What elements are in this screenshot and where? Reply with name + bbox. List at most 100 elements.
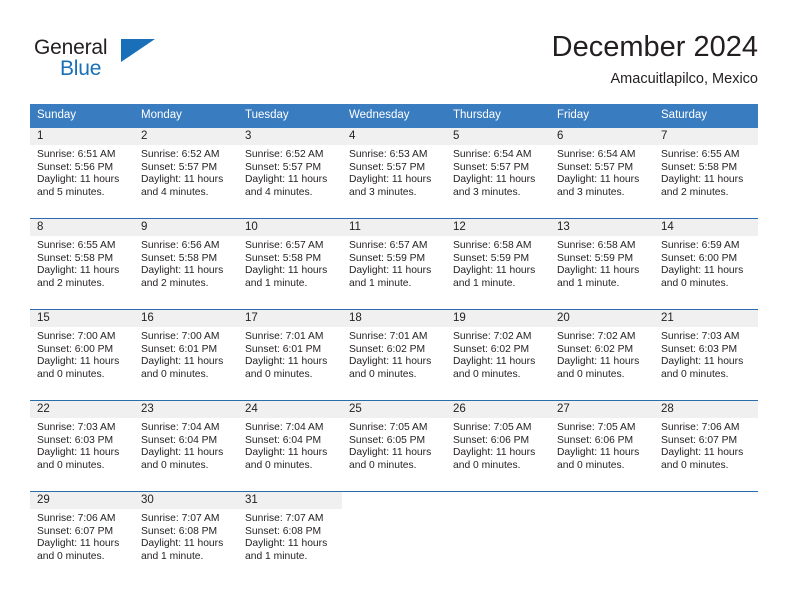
calendar-cell: 9 Sunrise: 6:56 AM Sunset: 5:58 PM Daylight… bbox=[134, 218, 238, 310]
day-cell[interactable]: 20 Sunrise: 7:02 AM Sunset: 6:02 PM Dayligh… bbox=[550, 310, 654, 400]
daylight-text-line1: Daylight: 11 hours bbox=[37, 356, 120, 368]
sunrise-text: Sunrise: 6:51 AM bbox=[37, 149, 116, 160]
day-details: Sunrise: 7:05 AM Sunset: 6:06 PM Daylight:… bbox=[550, 418, 654, 473]
day-cell[interactable]: 4 Sunrise: 6:53 AM Sunset: 5:57 PM Daylight… bbox=[342, 128, 446, 218]
sunset-text: Sunset: 6:02 PM bbox=[557, 343, 634, 355]
day-cell-empty bbox=[342, 492, 446, 582]
day-details: Sunrise: 7:00 AM Sunset: 6:00 PM Daylight:… bbox=[30, 327, 134, 382]
day-cell[interactable]: 16 Sunrise: 7:00 AM Sunset: 6:01 PM Dayligh… bbox=[134, 310, 238, 400]
calendar-cell: 14 Sunrise: 6:59 AM Sunset: 6:00 PM Dayligh… bbox=[654, 218, 758, 310]
daylight-text-line1: Daylight: 11 hours bbox=[661, 174, 744, 186]
day-cell[interactable]: 3 Sunrise: 6:52 AM Sunset: 5:57 PM Daylight… bbox=[238, 128, 342, 218]
day-cell[interactable]: 21 Sunrise: 7:03 AM Sunset: 6:03 PM Dayligh… bbox=[654, 310, 758, 400]
day-number bbox=[342, 492, 446, 509]
daylight-text-line2: and 1 minute. bbox=[245, 278, 308, 290]
day-cell[interactable]: 14 Sunrise: 6:59 AM Sunset: 6:00 PM Dayligh… bbox=[654, 219, 758, 309]
day-cell[interactable]: 15 Sunrise: 7:00 AM Sunset: 6:00 PM Dayligh… bbox=[30, 310, 134, 400]
calendar-cell: 26 Sunrise: 7:05 AM Sunset: 6:06 PM Dayligh… bbox=[446, 400, 550, 492]
day-cell[interactable]: 23 Sunrise: 7:04 AM Sunset: 6:04 PM Dayligh… bbox=[134, 401, 238, 491]
daylight-text-line2: and 1 minute. bbox=[453, 278, 516, 290]
daylight-text-line2: and 4 minutes. bbox=[245, 187, 313, 199]
day-cell[interactable]: 28 Sunrise: 7:06 AM Sunset: 6:07 PM Dayligh… bbox=[654, 401, 758, 491]
daylight-text-line2: and 0 minutes. bbox=[141, 460, 209, 472]
daylight-text-line1: Daylight: 11 hours bbox=[557, 447, 640, 459]
sunrise-text: Sunrise: 7:00 AM bbox=[141, 331, 220, 342]
day-cell[interactable]: 9 Sunrise: 6:56 AM Sunset: 5:58 PM Daylight… bbox=[134, 219, 238, 309]
day-cell[interactable]: 29 Sunrise: 7:06 AM Sunset: 6:07 PM Dayligh… bbox=[30, 492, 134, 582]
sunset-text: Sunset: 6:00 PM bbox=[37, 343, 114, 355]
day-cell[interactable]: 25 Sunrise: 7:05 AM Sunset: 6:05 PM Dayligh… bbox=[342, 401, 446, 491]
day-details: Sunrise: 7:05 AM Sunset: 6:06 PM Daylight:… bbox=[446, 418, 550, 473]
sunset-text: Sunset: 5:57 PM bbox=[557, 161, 634, 173]
daylight-text-line2: and 0 minutes. bbox=[37, 460, 105, 472]
calendar-cell bbox=[550, 491, 654, 582]
sunset-text: Sunset: 5:58 PM bbox=[141, 252, 218, 264]
day-number: 28 bbox=[654, 401, 758, 418]
calendar-cell: 2 Sunrise: 6:52 AM Sunset: 5:57 PM Daylight… bbox=[134, 128, 238, 219]
daylight-text-line1: Daylight: 11 hours bbox=[349, 265, 432, 277]
day-cell[interactable]: 7 Sunrise: 6:55 AM Sunset: 5:58 PM Daylight… bbox=[654, 128, 758, 218]
day-cell[interactable]: 6 Sunrise: 6:54 AM Sunset: 5:57 PM Daylight… bbox=[550, 128, 654, 218]
sunset-text: Sunset: 6:01 PM bbox=[245, 343, 322, 355]
sunrise-text: Sunrise: 7:04 AM bbox=[245, 422, 324, 433]
day-cell[interactable]: 22 Sunrise: 7:03 AM Sunset: 6:03 PM Dayligh… bbox=[30, 401, 134, 491]
sunrise-text: Sunrise: 7:03 AM bbox=[661, 331, 740, 342]
calendar-cell: 29 Sunrise: 7:06 AM Sunset: 6:07 PM Dayligh… bbox=[30, 491, 134, 582]
day-cell[interactable]: 19 Sunrise: 7:02 AM Sunset: 6:02 PM Dayligh… bbox=[446, 310, 550, 400]
day-cell[interactable]: 18 Sunrise: 7:01 AM Sunset: 6:02 PM Dayligh… bbox=[342, 310, 446, 400]
day-number: 24 bbox=[238, 401, 342, 418]
daylight-text-line2: and 0 minutes. bbox=[245, 369, 313, 381]
sunrise-text: Sunrise: 7:02 AM bbox=[453, 331, 532, 342]
day-cell[interactable]: 1 Sunrise: 6:51 AM Sunset: 5:56 PM Daylight… bbox=[30, 128, 134, 218]
day-cell[interactable]: 5 Sunrise: 6:54 AM Sunset: 5:57 PM Daylight… bbox=[446, 128, 550, 218]
calendar-cell: 6 Sunrise: 6:54 AM Sunset: 5:57 PM Daylight… bbox=[550, 128, 654, 219]
daylight-text-line2: and 0 minutes. bbox=[349, 460, 417, 472]
day-number bbox=[446, 492, 550, 509]
day-cell[interactable]: 27 Sunrise: 7:05 AM Sunset: 6:06 PM Dayligh… bbox=[550, 401, 654, 491]
calendar-cell: 4 Sunrise: 6:53 AM Sunset: 5:57 PM Daylight… bbox=[342, 128, 446, 219]
sunrise-text: Sunrise: 7:06 AM bbox=[661, 422, 740, 433]
day-details: Sunrise: 6:52 AM Sunset: 5:57 PM Daylight:… bbox=[238, 145, 342, 200]
day-cell[interactable]: 13 Sunrise: 6:58 AM Sunset: 5:59 PM Dayligh… bbox=[550, 219, 654, 309]
sunset-text: Sunset: 5:58 PM bbox=[245, 252, 322, 264]
day-number: 6 bbox=[550, 128, 654, 145]
calendar-cell: 22 Sunrise: 7:03 AM Sunset: 6:03 PM Dayligh… bbox=[30, 400, 134, 492]
daylight-text-line2: and 1 minute. bbox=[245, 551, 308, 563]
day-cell[interactable]: 17 Sunrise: 7:01 AM Sunset: 6:01 PM Dayligh… bbox=[238, 310, 342, 400]
day-cell[interactable]: 30 Sunrise: 7:07 AM Sunset: 6:08 PM Dayligh… bbox=[134, 492, 238, 582]
daylight-text-line1: Daylight: 11 hours bbox=[349, 356, 432, 368]
day-cell[interactable]: 31 Sunrise: 7:07 AM Sunset: 6:08 PM Dayligh… bbox=[238, 492, 342, 582]
sunset-text: Sunset: 6:00 PM bbox=[661, 252, 738, 264]
calendar-cell: 17 Sunrise: 7:01 AM Sunset: 6:01 PM Dayligh… bbox=[238, 309, 342, 401]
sunrise-text: Sunrise: 6:52 AM bbox=[245, 149, 324, 160]
daylight-text-line2: and 0 minutes. bbox=[661, 460, 729, 472]
day-details: Sunrise: 6:57 AM Sunset: 5:58 PM Daylight:… bbox=[238, 236, 342, 291]
day-cell[interactable]: 12 Sunrise: 6:58 AM Sunset: 5:59 PM Dayligh… bbox=[446, 219, 550, 309]
daylight-text-line2: and 1 minute. bbox=[349, 278, 412, 290]
daylight-text-line2: and 3 minutes. bbox=[557, 187, 625, 199]
day-details: Sunrise: 6:57 AM Sunset: 5:59 PM Daylight:… bbox=[342, 236, 446, 291]
day-cell[interactable]: 26 Sunrise: 7:05 AM Sunset: 6:06 PM Dayligh… bbox=[446, 401, 550, 491]
daylight-text-line1: Daylight: 11 hours bbox=[453, 447, 536, 459]
daylight-text-line1: Daylight: 11 hours bbox=[37, 265, 120, 277]
sunset-text: Sunset: 5:59 PM bbox=[349, 252, 426, 264]
calendar-cell: 20 Sunrise: 7:02 AM Sunset: 6:02 PM Dayligh… bbox=[550, 309, 654, 401]
calendar-cell: 18 Sunrise: 7:01 AM Sunset: 6:02 PM Dayligh… bbox=[342, 309, 446, 401]
day-details: Sunrise: 7:01 AM Sunset: 6:02 PM Daylight:… bbox=[342, 327, 446, 382]
day-details: Sunrise: 7:05 AM Sunset: 6:05 PM Daylight:… bbox=[342, 418, 446, 473]
daylight-text-line1: Daylight: 11 hours bbox=[557, 356, 640, 368]
day-number: 10 bbox=[238, 219, 342, 236]
day-cell[interactable]: 10 Sunrise: 6:57 AM Sunset: 5:58 PM Dayligh… bbox=[238, 219, 342, 309]
day-number: 14 bbox=[654, 219, 758, 236]
day-number: 7 bbox=[654, 128, 758, 145]
sunrise-text: Sunrise: 6:54 AM bbox=[453, 149, 532, 160]
day-cell[interactable]: 8 Sunrise: 6:55 AM Sunset: 5:58 PM Daylight… bbox=[30, 219, 134, 309]
day-cell[interactable]: 11 Sunrise: 6:57 AM Sunset: 5:59 PM Dayligh… bbox=[342, 219, 446, 309]
day-number: 3 bbox=[238, 128, 342, 145]
day-cell[interactable]: 2 Sunrise: 6:52 AM Sunset: 5:57 PM Daylight… bbox=[134, 128, 238, 218]
daylight-text-line1: Daylight: 11 hours bbox=[141, 265, 224, 277]
daylight-text-line1: Daylight: 11 hours bbox=[453, 174, 536, 186]
day-cell[interactable]: 24 Sunrise: 7:04 AM Sunset: 6:04 PM Dayligh… bbox=[238, 401, 342, 491]
sunrise-text: Sunrise: 7:05 AM bbox=[349, 422, 428, 433]
brand-logo[interactable]: General Blue bbox=[34, 36, 254, 88]
